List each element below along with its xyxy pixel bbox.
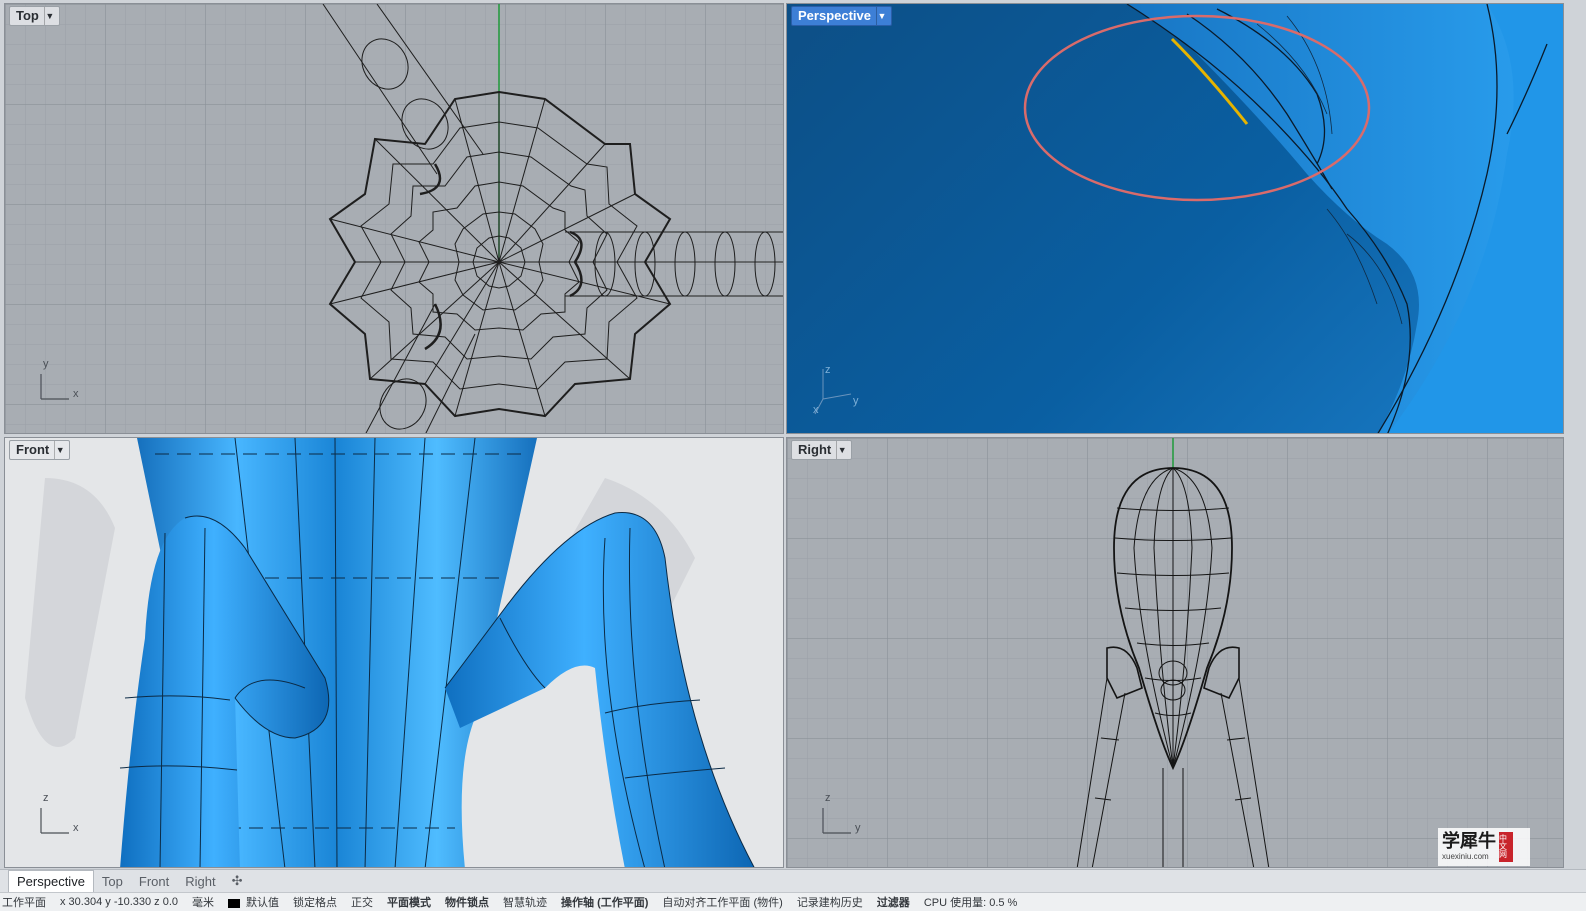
watermark-main: 学犀牛	[1442, 831, 1496, 852]
viewport-perspective[interactable]: Perspective ▼ z y x	[786, 3, 1564, 434]
viewport-title-front[interactable]: Front ▼	[9, 440, 71, 460]
watermark-logo: 学犀牛 xuexiniu.com 中文网	[1438, 828, 1530, 866]
axis-x-label: x	[813, 404, 819, 416]
axis-x-label: x	[73, 388, 79, 400]
watermark-sub: xuexiniu.com	[1442, 852, 1489, 861]
viewport-label: Right	[798, 442, 832, 457]
status-filter[interactable]: 过滤器	[877, 894, 910, 910]
viewport-top[interactable]: Top ▼ y x	[4, 3, 784, 434]
caret-down-icon[interactable]: ▼	[43, 7, 55, 25]
axis-z-label: z	[43, 792, 49, 804]
status-cpu: CPU 使用量: 0.5 %	[923, 897, 1018, 909]
front-view-canvas	[25, 438, 755, 867]
status-smart-track[interactable]: 智慧轨迹	[503, 894, 547, 910]
status-units[interactable]: 毫米	[192, 894, 214, 910]
axis-z-label: z	[825, 364, 831, 376]
layer-color-swatch	[228, 898, 241, 908]
viewport-label: Perspective	[798, 8, 871, 23]
plus-icon[interactable]: ✣	[224, 873, 251, 889]
status-planar[interactable]: 平面模式	[387, 894, 431, 910]
axis-y-label: y	[853, 395, 859, 407]
status-auto-align[interactable]: 自动对齐工作平面 (物件)	[662, 894, 782, 910]
perspective-view-canvas	[814, 4, 1563, 433]
axis-y-label: y	[43, 358, 49, 370]
caret-down-icon[interactable]: ▼	[836, 441, 847, 459]
viewport-title-perspective[interactable]: Perspective ▼	[791, 6, 892, 26]
status-history[interactable]: 记录建构历史	[797, 894, 863, 910]
status-plane[interactable]: 工作平面	[2, 894, 46, 910]
viewport-right[interactable]: Right ▼ z y	[786, 437, 1564, 868]
axis-z-label: z	[825, 792, 831, 804]
viewport-label: Top	[16, 8, 39, 23]
right-view-canvas	[787, 438, 1563, 867]
status-gumball[interactable]: 操作轴 (工作平面)	[561, 894, 648, 910]
status-object-snap[interactable]: 物件锁点	[445, 894, 489, 910]
status-layer-label: 默认值	[246, 897, 280, 909]
viewport-title-top[interactable]: Top ▼	[9, 6, 60, 26]
viewport-front[interactable]: Front ▼ z x	[4, 437, 784, 868]
tab-top[interactable]: Top	[94, 871, 131, 892]
watermark-badge: 中文网	[1499, 832, 1513, 862]
status-coords: x 30.304 y -10.330 z 0.0	[60, 896, 179, 908]
axis-x-label: x	[73, 822, 79, 834]
tab-perspective[interactable]: Perspective	[8, 870, 94, 892]
tab-right[interactable]: Right	[177, 871, 223, 892]
status-layer[interactable]: 默认值	[228, 894, 279, 910]
top-view-canvas	[5, 4, 783, 433]
status-grid-snap[interactable]: 锁定格点	[293, 894, 337, 910]
viewport-label: Front	[16, 442, 50, 457]
status-bar: 工作平面 x 30.304 y -10.330 z 0.0 毫米 默认值 锁定格…	[0, 892, 1586, 911]
status-ortho[interactable]: 正交	[351, 894, 373, 910]
viewport-title-right[interactable]: Right ▼	[791, 440, 853, 460]
caret-down-icon[interactable]: ▼	[54, 441, 65, 459]
caret-down-icon[interactable]: ▼	[876, 7, 887, 25]
axis-y-label: y	[855, 822, 861, 834]
tab-front[interactable]: Front	[131, 871, 177, 892]
viewport-tabs: Perspective Top Front Right ✣	[0, 869, 1586, 892]
